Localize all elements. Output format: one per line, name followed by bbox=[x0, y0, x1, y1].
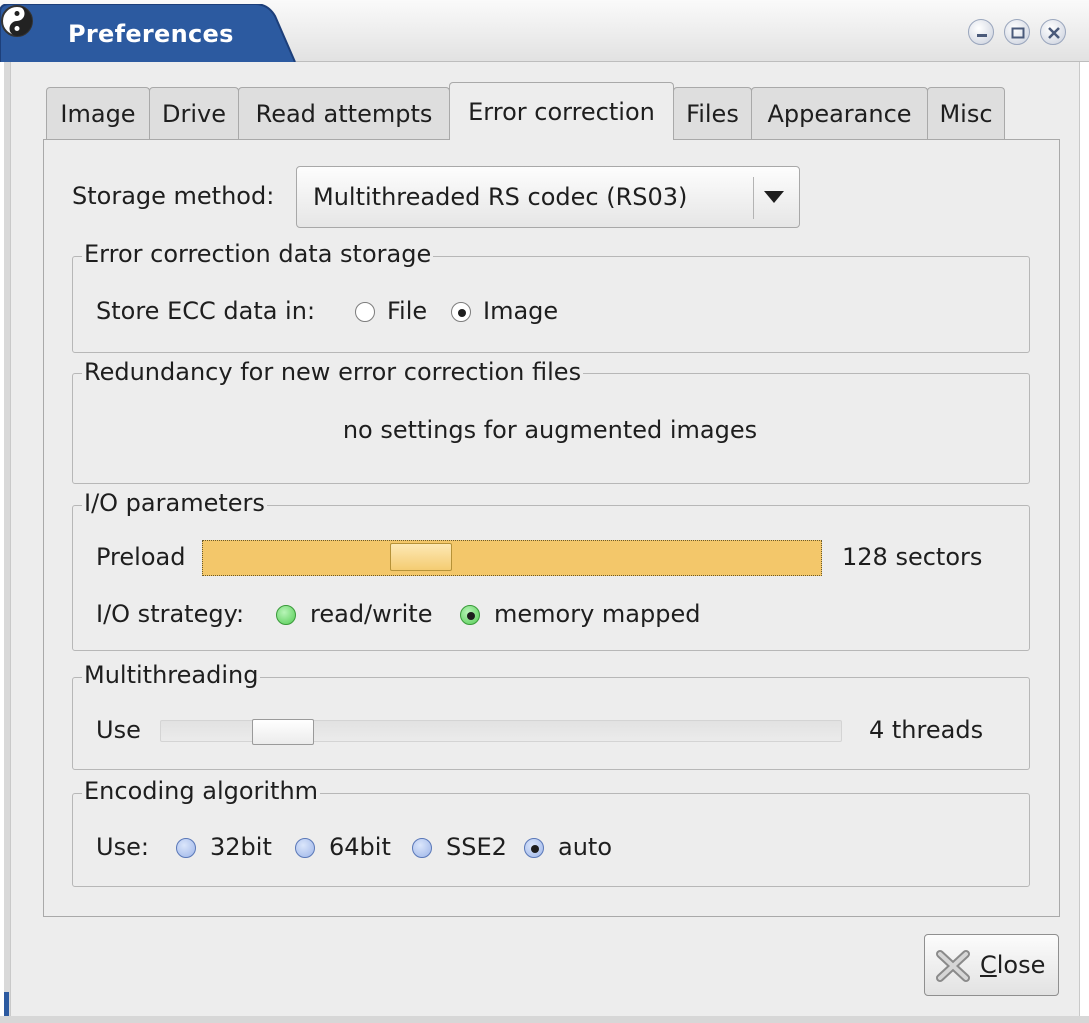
window-close-button[interactable] bbox=[1040, 19, 1066, 45]
radio-64bit-label[interactable]: 64bit bbox=[329, 833, 391, 861]
window-bottom-border bbox=[0, 1016, 1089, 1023]
preload-slider-handle[interactable] bbox=[390, 543, 452, 571]
threads-use-label: Use bbox=[96, 716, 141, 744]
preload-slider[interactable] bbox=[202, 540, 822, 576]
tab-read-attempts[interactable]: Read attempts bbox=[238, 87, 450, 139]
tab-drive[interactable]: Drive bbox=[149, 87, 239, 139]
storage-method-combo[interactable]: Multithreaded RS codec (RS03) bbox=[296, 166, 800, 228]
threads-value: 4 threads bbox=[869, 716, 984, 744]
io-title: I/O parameters bbox=[82, 489, 267, 517]
radio-image[interactable] bbox=[451, 302, 471, 322]
radio-auto[interactable] bbox=[524, 838, 544, 858]
close-button[interactable]: Close bbox=[924, 934, 1059, 996]
minimize-button[interactable] bbox=[968, 19, 994, 45]
radio-auto-label[interactable]: auto bbox=[558, 833, 612, 861]
radio-sse2-label[interactable]: SSE2 bbox=[446, 833, 507, 861]
tab-error-correction[interactable]: Error correction bbox=[449, 82, 674, 140]
title-tab: Preferences bbox=[0, 4, 300, 62]
radio-read-write-label[interactable]: read/write bbox=[310, 600, 432, 628]
preload-value: 128 sectors bbox=[842, 543, 983, 571]
combo-separator bbox=[753, 177, 754, 219]
tab-label: Error correction bbox=[468, 98, 655, 126]
io-strategy-label: I/O strategy: bbox=[96, 600, 245, 628]
tab-image[interactable]: Image bbox=[46, 87, 150, 139]
radio-read-write[interactable] bbox=[276, 605, 296, 625]
io-frame bbox=[72, 505, 1030, 651]
store-ecc-label: Store ECC data in: bbox=[96, 297, 316, 325]
tab-misc[interactable]: Misc bbox=[927, 87, 1005, 139]
tab-label: Misc bbox=[939, 100, 993, 128]
close-icon bbox=[1048, 27, 1060, 39]
radio-file[interactable] bbox=[355, 302, 375, 322]
encoding-use-label: Use: bbox=[96, 833, 149, 861]
ecc-storage-title: Error correction data storage bbox=[82, 240, 434, 268]
title-bar[interactable]: Preferences bbox=[0, 0, 1089, 62]
app-icon bbox=[1, 5, 33, 37]
close-button-label: Close bbox=[980, 951, 1046, 979]
radio-64bit[interactable] bbox=[295, 838, 315, 858]
tab-label: Drive bbox=[162, 100, 226, 128]
tab-label: Image bbox=[60, 100, 136, 128]
window-left-border bbox=[0, 62, 10, 1023]
radio-32bit[interactable] bbox=[176, 838, 196, 858]
radio-file-label[interactable]: File bbox=[387, 297, 427, 325]
radio-sse2[interactable] bbox=[412, 838, 432, 858]
storage-method-value: Multithreaded RS codec (RS03) bbox=[313, 183, 688, 211]
close-x-icon bbox=[936, 950, 970, 982]
tab-label: Files bbox=[686, 100, 739, 128]
maximize-button[interactable] bbox=[1004, 19, 1030, 45]
radio-32bit-label[interactable]: 32bit bbox=[210, 833, 272, 861]
chevron-down-icon bbox=[764, 191, 784, 203]
preload-label: Preload bbox=[96, 543, 186, 571]
tab-label: Read attempts bbox=[255, 100, 433, 128]
tab-files[interactable]: Files bbox=[673, 87, 752, 139]
tab-appearance[interactable]: Appearance bbox=[751, 87, 928, 139]
storage-method-label: Storage method: bbox=[72, 182, 275, 210]
threads-slider-handle[interactable] bbox=[252, 719, 314, 745]
radio-memory-mapped-label[interactable]: memory mapped bbox=[494, 600, 700, 628]
minimize-icon bbox=[977, 34, 987, 37]
window-title: Preferences bbox=[68, 20, 234, 48]
multithreading-title: Multithreading bbox=[82, 661, 261, 689]
redundancy-title: Redundancy for new error correction file… bbox=[82, 358, 584, 386]
redundancy-message: no settings for augmented images bbox=[342, 416, 758, 444]
preferences-window: Preferences Image Drive Read attempts Fi… bbox=[0, 0, 1089, 1023]
encoding-title: Encoding algorithm bbox=[82, 777, 321, 805]
tab-label: Appearance bbox=[767, 100, 912, 128]
radio-memory-mapped[interactable] bbox=[460, 605, 480, 625]
radio-image-label[interactable]: Image bbox=[483, 297, 558, 325]
maximize-icon bbox=[1011, 27, 1025, 39]
